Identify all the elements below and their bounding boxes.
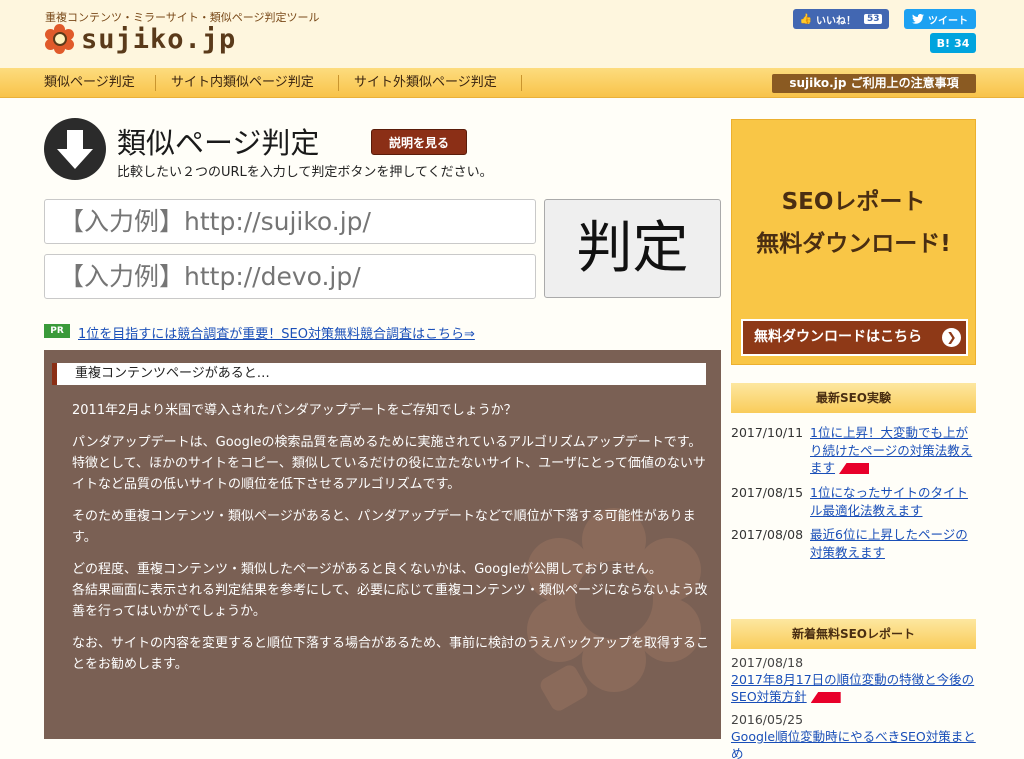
article-paragraph: そのため重複コンテンツ・類似ページがあると、パンダアップデートなどで順位が下落す… (72, 509, 696, 545)
experiment-date: 2017/08/08 (731, 527, 804, 542)
experiment-link[interactable]: 1位に上昇！大変動でも上がり続けたページの対策法教えます (810, 424, 980, 477)
report-link[interactable]: Google順位変動時にやるべきSEO対策まとめ (731, 728, 976, 759)
down-arrow-circle-icon (44, 118, 106, 180)
article-paragraph: パンダアップデートは、Googleの検索品質を高めるために実施されているアルゴリ… (72, 435, 706, 492)
nav-divider (155, 75, 156, 91)
competitor-research-link[interactable]: 1位を目指すには競合調査が重要！SEO対策無料競合調査はこちら⇒ (78, 323, 475, 342)
seo-report-heading: SEOレポート (781, 189, 926, 215)
usage-notice-link[interactable]: sujiko.jp ご利用上の注意事項 (772, 74, 976, 93)
instruction-text: 比較したい２つのURLを入力して判定ボタンを押してください。 (117, 165, 493, 180)
seo-experiments-title: 最新SEO実験 (731, 383, 976, 413)
url1-input[interactable] (44, 199, 536, 244)
tweet-button[interactable]: ツイート (904, 9, 976, 29)
article-heading: 重複コンテンツページがあると… (52, 363, 706, 385)
nav-item-similar-page[interactable]: 類似ページ判定 (44, 68, 135, 98)
explain-button[interactable]: 説明を見る (371, 129, 467, 155)
chevron-right-icon: ❯ (942, 328, 961, 347)
seo-report-subheading: 無料ダウンロード! (756, 231, 951, 257)
nav-divider (521, 75, 522, 91)
report-link[interactable]: 2017年8月17日の順位変動の特徴と今後のSEO対策方針 (731, 671, 976, 705)
seo-report-banner[interactable]: SEOレポート 無料ダウンロード! 無料ダウンロードはこちら ❯ (731, 119, 976, 365)
nav-divider (338, 75, 339, 91)
facebook-like-button[interactable]: 👍 いいね！ 53 (793, 9, 889, 29)
hatena-bookmark-count: 34 (954, 36, 970, 50)
new-badge-icon (839, 463, 870, 474)
nav-item-site-external[interactable]: サイト外類似ページ判定 (354, 68, 497, 98)
flower-logo-icon (45, 24, 75, 54)
page-title: 類似ページ判定 (117, 126, 320, 160)
article-paragraph: 2011年2月より米国で導入されたパンダアップデートをご存知でしょうか？ (72, 403, 517, 418)
tweet-label: ツイート (928, 15, 968, 27)
article-body: 2011年2月より米国で導入されたパンダアップデートをご存知でしょうか？ パンダ… (72, 400, 712, 686)
pr-badge: PR (44, 324, 70, 338)
facebook-like-label: いいね！ (815, 15, 856, 27)
report-date: 2017/08/18 (731, 655, 804, 670)
logo-text: sujiko.jp (81, 23, 237, 55)
new-badge-icon (810, 692, 841, 703)
free-download-button[interactable]: 無料ダウンロードはこちら ❯ (741, 319, 968, 356)
experiment-date: 2017/10/11 (731, 425, 804, 440)
experiment-link[interactable]: 最近6位に上昇したページの対策教えます (810, 526, 980, 561)
hatena-bookmark-label: B! (936, 36, 951, 50)
site-header: 重複コンテンツ・ミラーサイト・類似ページ判定ツール sujiko.jp 👍 いい… (0, 0, 1024, 68)
site-logo[interactable]: sujiko.jp (45, 22, 236, 56)
twitter-bird-icon (912, 14, 924, 24)
url2-input[interactable] (44, 254, 536, 299)
nav-item-site-internal[interactable]: サイト内類似ページ判定 (171, 68, 314, 98)
thumbs-up-icon: 👍 (799, 13, 812, 25)
article-paragraph: なお、サイトの内容を変更すると順位下落する場合があるため、事前に検討のうえバック… (72, 636, 710, 672)
free-download-label: 無料ダウンロードはこちら (754, 329, 922, 345)
report-date: 2016/05/25 (731, 712, 804, 727)
article-box: 重複コンテンツページがあると… 2011年2月より米国で導入されたパンダアップデ… (44, 350, 721, 739)
article-paragraph: どの程度、重複コンテンツ・類似したページがあると良くないかは、Googleが公開… (72, 562, 708, 619)
hatena-bookmark-button[interactable]: B! 34 (930, 33, 976, 53)
new-reports-title: 新着無料SEOレポート (731, 619, 976, 649)
experiment-link[interactable]: 1位になったサイトのタイトル最適化法教えます (810, 484, 980, 519)
facebook-like-count: 53 (863, 14, 883, 24)
judge-button[interactable]: 判定 (544, 199, 721, 298)
experiment-date: 2017/08/15 (731, 485, 804, 500)
